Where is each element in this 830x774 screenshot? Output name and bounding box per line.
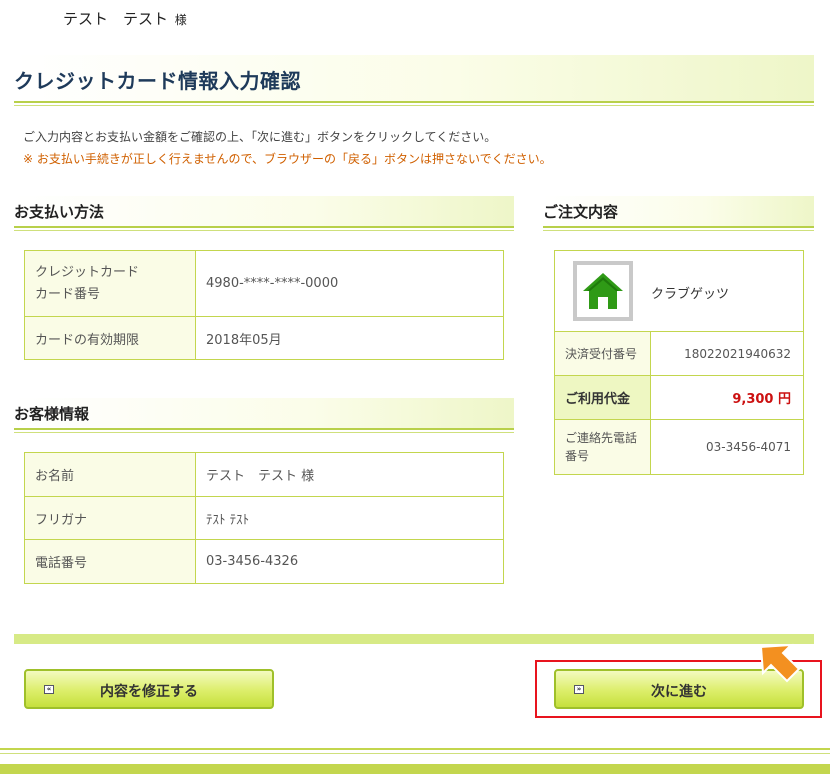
- edit-content-button[interactable]: « 内容を修正する: [24, 669, 274, 709]
- edit-button-label: 内容を修正する: [100, 684, 198, 700]
- user-honorific: 様: [174, 13, 187, 27]
- expiry-value: 2018年05月: [195, 316, 504, 360]
- phone-label: 電話番号: [24, 539, 196, 584]
- contact-row: ご連絡先電話番号 03-3456-4071: [555, 420, 803, 474]
- table-row: 電話番号 03-3456-4326: [24, 539, 504, 584]
- phone-value: 03-3456-4326: [195, 539, 504, 584]
- pointer-arrow-icon: [759, 643, 801, 683]
- footer-band: [0, 764, 830, 774]
- page-title-bar: クレジットカード情報入力確認: [14, 55, 814, 106]
- footer-rule-thin: [0, 753, 830, 754]
- payment-section-heading: お支払い方法: [14, 196, 514, 231]
- order-section-heading: ご注文内容: [543, 196, 814, 231]
- order-product: クラブゲッツ: [555, 251, 803, 332]
- house-icon: [573, 261, 633, 321]
- kana-label: フリガナ: [24, 496, 196, 540]
- kana-value: ﾃｽﾄ ﾃｽﾄ: [195, 496, 504, 540]
- expiry-label: カードの有効期限: [24, 316, 196, 360]
- order-summary: クラブゲッツ 決済受付番号 18022021940632 ご利用代金 9,300…: [554, 250, 804, 475]
- payment-table: クレジットカード カード番号 4980-****-****-0000 カードの有…: [24, 250, 504, 360]
- page-title: クレジットカード情報入力確認: [14, 69, 301, 93]
- table-row: お名前 テスト テスト 様: [24, 452, 504, 497]
- customer-heading-text: お客様情報: [14, 405, 90, 423]
- card-label-line2: カード番号: [35, 286, 101, 302]
- payment-heading-text: お支払い方法: [14, 203, 105, 221]
- receipt-value: 18022021940632: [684, 346, 791, 361]
- user-greeting: テスト テスト 様: [63, 8, 187, 29]
- table-row: クレジットカード カード番号 4980-****-****-0000: [24, 250, 504, 317]
- total-label: ご利用代金: [555, 376, 651, 419]
- table-row: フリガナ ﾃｽﾄ ﾃｽﾄ: [24, 496, 504, 540]
- table-row: カードの有効期限 2018年05月: [24, 316, 504, 360]
- user-name: テスト テスト: [63, 10, 169, 28]
- receipt-row: 決済受付番号 18022021940632: [555, 332, 803, 376]
- receipt-label: 決済受付番号: [555, 332, 651, 375]
- warning-text: ※ お支払い手続きが正しく行えませんので、ブラウザーの「戻る」ボタンは押さないで…: [23, 152, 552, 166]
- customer-section-heading: お客様情報: [14, 398, 514, 433]
- card-number-label: クレジットカード カード番号: [24, 250, 196, 317]
- contact-value: 03-3456-4071: [705, 440, 791, 454]
- card-number-value: 4980-****-****-0000: [195, 250, 504, 317]
- product-name: クラブゲッツ: [651, 287, 730, 302]
- name-value: テスト テスト 様: [195, 452, 504, 497]
- card-label-line1: クレジットカード: [35, 264, 140, 280]
- footer-rule: [0, 748, 830, 750]
- section-divider: [14, 634, 814, 644]
- contact-label: ご連絡先電話番号: [555, 420, 651, 474]
- total-value: 9,300 円: [732, 392, 791, 407]
- name-label: お名前: [24, 452, 196, 497]
- intro-text: ご入力内容とお支払い金額をご確認の上、「次に進む」ボタンをクリックしてください。: [23, 130, 497, 144]
- customer-table: お名前 テスト テスト 様 フリガナ ﾃｽﾄ ﾃｽﾄ 電話番号 03-3456-…: [24, 452, 504, 584]
- order-heading-text: ご注文内容: [543, 203, 619, 221]
- total-row: ご利用代金 9,300 円: [555, 376, 803, 420]
